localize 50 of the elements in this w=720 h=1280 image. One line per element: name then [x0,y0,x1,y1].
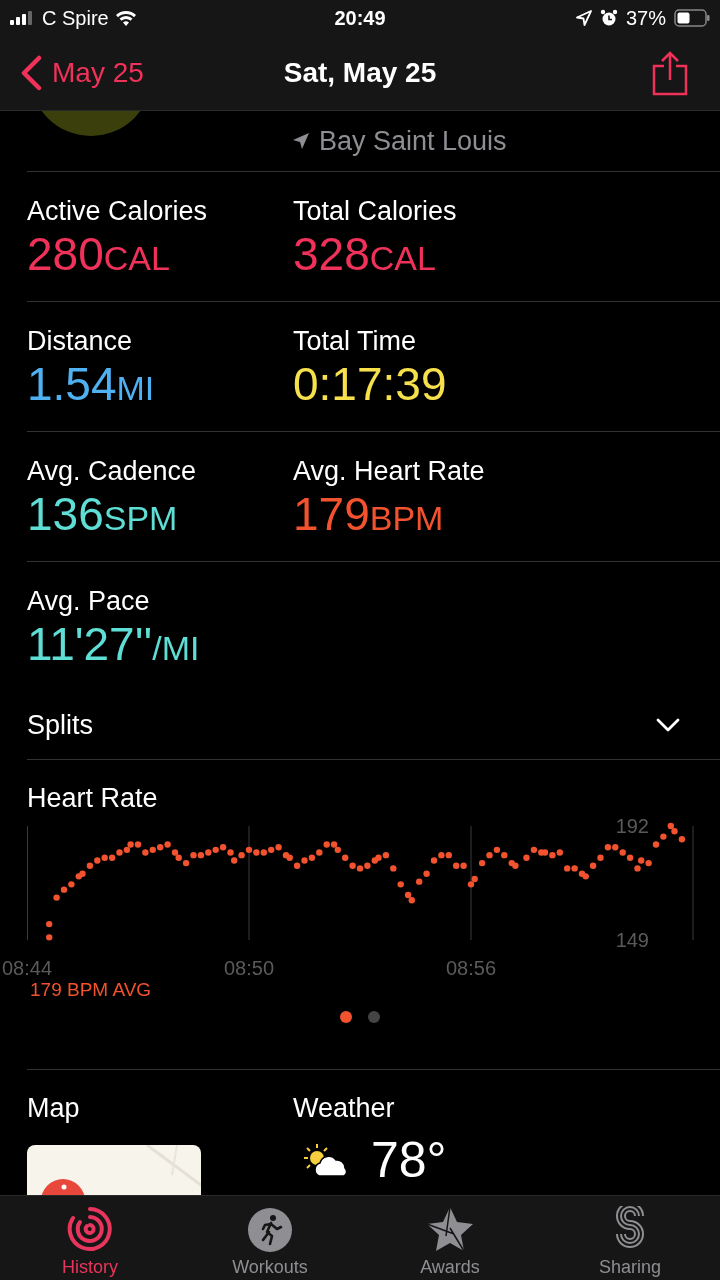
battery-percent: 37% [625,6,666,31]
metric-label: Total Calories [293,195,458,229]
heart-rate-point [46,920,53,927]
rings-icon [67,1206,113,1252]
running-figure-icon [248,1208,292,1252]
section-title: Map [27,1092,81,1124]
splits-row[interactable]: Splits [27,691,720,759]
average-text: 179 BPM AVG [30,977,152,1002]
nav-title: Sat, May 25 [283,56,437,90]
metric-label: Avg. Pace [27,585,151,619]
metric-value: 179BPM [293,488,445,543]
section-title: Heart Rate [27,781,159,814]
metric-label: Avg. Heart Rate [293,455,486,489]
section-title: Weather [293,1092,396,1124]
metric-label: Active Calories [27,195,209,229]
tab-button[interactable]: Awards [360,1196,540,1280]
chevron-left-icon [20,55,42,91]
metric-value: 328CAL [293,228,437,283]
wifi-icon [114,10,137,26]
tab-button[interactable]: History [0,1196,180,1280]
location-text: Bay Saint Louis [319,124,507,158]
axis-label: 192 [615,813,649,838]
axis-label: 08:56 [445,955,497,980]
heart-rate-point [390,864,397,872]
battery-icon [674,9,710,27]
metric-value: 280CAL [27,228,171,283]
share-icon [652,50,688,96]
star-icon [426,1206,474,1252]
metric-label: Distance [27,325,134,359]
tab-button[interactable]: Workouts [180,1196,360,1280]
axis-label: 149 [615,927,649,952]
metric-label: Total Time [293,325,418,359]
back-button[interactable]: May 25 [20,52,144,94]
metric-value: 0:17:39 [293,358,448,411]
metric-value: 1.54MI [27,358,156,413]
partly-sunny-icon [303,1142,349,1178]
axis-label: 08:50 [223,955,275,980]
axis-label: 08:44 [1,955,53,980]
location-arrow-icon [575,10,592,26]
metric-label: Avg. Cadence [27,455,198,489]
metric-value: 11'27''/MI [27,618,201,673]
location-arrow-icon [293,133,309,150]
carrier-name: C Spire [42,6,109,31]
tab-button[interactable]: Sharing [540,1196,720,1280]
temperature-text: 78° [371,1132,447,1188]
metric-value: 136SPM [27,488,179,543]
alarm-clock-icon [599,9,618,27]
heart-rate-point [397,880,404,888]
status-time: 20:49 [334,6,386,31]
share-button[interactable] [652,50,688,96]
